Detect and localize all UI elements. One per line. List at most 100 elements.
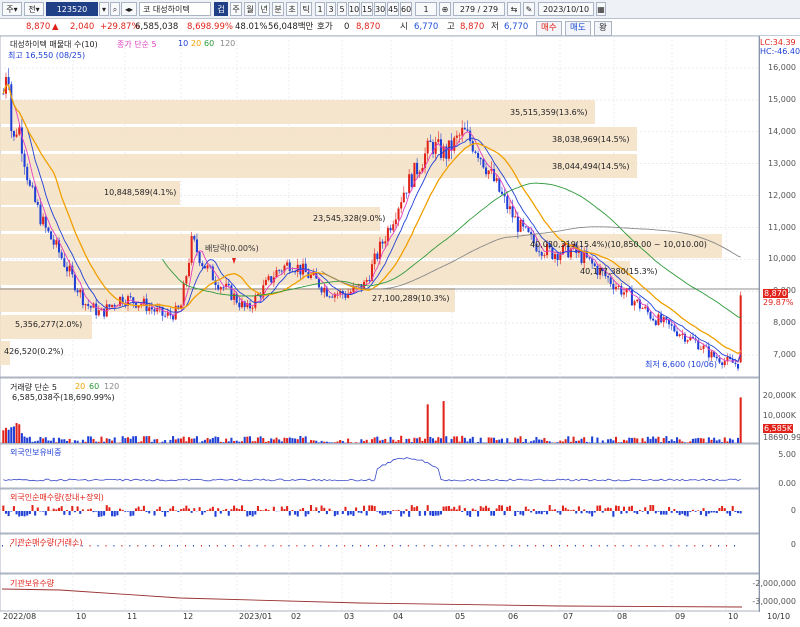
search-button[interactable]: ⌕ — [110, 2, 120, 16]
foreign-net-bar — [55, 509, 58, 511]
market-type-dropdown[interactable]: 전▾ — [24, 2, 44, 16]
period-type-dropdown[interactable]: 주▾ — [2, 2, 22, 16]
candle-body — [657, 314, 660, 325]
period-btn-tick[interactable]: 틱 — [300, 2, 312, 16]
minute-btn-10[interactable]: 10 — [348, 2, 360, 16]
volume-bar — [668, 441, 671, 443]
foreign-net-bar — [479, 506, 482, 511]
volume-profile-label: 40,177,380(15.3%) — [580, 267, 658, 276]
inst-net-bar — [718, 545, 720, 547]
volume-bar — [302, 437, 305, 443]
inst-net-bar — [662, 545, 664, 547]
foreign-net-bar — [675, 511, 679, 513]
volume-ratio: 8,698.99% — [187, 22, 233, 32]
period-btn-minute[interactable]: 분 — [272, 2, 284, 16]
date-input[interactable]: 2023/10/10 — [538, 2, 594, 16]
minute-btn-60[interactable]: 60 — [400, 2, 412, 16]
stock-chart[interactable] — [0, 36, 800, 627]
minute-btn-1[interactable]: 1 — [315, 2, 325, 16]
inst-net-bar — [320, 545, 322, 547]
foreign-net-bar — [161, 511, 164, 512]
count-input[interactable]: 1 — [415, 2, 437, 16]
zoom-button[interactable]: ⊕ — [439, 2, 451, 16]
foreign-net-bar — [413, 507, 416, 511]
foreign-net-bar — [182, 508, 185, 511]
minute-btn-3[interactable]: 3 — [326, 2, 336, 16]
volume-bar — [424, 438, 427, 443]
inst-net-bar — [431, 545, 433, 547]
foreign-net-bar — [89, 508, 92, 511]
minute-btn-15[interactable]: 15 — [361, 2, 373, 16]
prev-next-arrows[interactable]: ◂▸ — [121, 2, 137, 16]
period-btn-second[interactable]: 초 — [286, 2, 298, 16]
inst-net-bar — [224, 545, 226, 547]
x-axis-label: 10 — [76, 612, 87, 621]
candle-body — [681, 333, 684, 335]
volume-bar — [44, 437, 47, 443]
volume-bar — [180, 438, 183, 443]
volume-bar — [68, 438, 71, 443]
calendar-button[interactable]: ▦ — [596, 2, 606, 16]
foreign-net-bar — [442, 506, 445, 511]
minute-btn-30[interactable]: 30 — [374, 2, 386, 16]
volume-profile-band — [0, 154, 637, 178]
scroll-sync-button[interactable]: ⇆ — [507, 2, 521, 16]
foreign-net-bar — [325, 511, 328, 515]
dividend-annotation: 배당락(0.00%) — [205, 244, 259, 253]
candle-body — [150, 307, 153, 310]
period-btn-month[interactable]: 월 — [244, 2, 256, 16]
foreign-net-bar — [76, 506, 79, 511]
inst-net-bar — [646, 545, 648, 547]
low-label: 저 — [491, 22, 499, 32]
volume-bar — [52, 437, 55, 443]
stock-name-box: 코 대성하이텍 — [139, 2, 211, 16]
foreign-net-bar — [264, 508, 267, 511]
volume-bar — [445, 436, 448, 443]
volume-bar — [26, 437, 29, 443]
ma-legend-20: 20 — [191, 39, 202, 48]
volume-bar — [405, 438, 408, 443]
foreign-net-bar — [87, 509, 90, 511]
foreign-net-bar — [124, 511, 127, 512]
pencil-icon: ✎ — [525, 5, 533, 14]
extra-menu-button[interactable]: 왕 — [594, 21, 612, 36]
volume-profile-label: 38,038,969(14.5%) — [552, 135, 630, 144]
sell-button[interactable]: 매도 — [565, 21, 591, 36]
volume-bar — [628, 437, 631, 443]
chart-settings-button[interactable]: 겁 — [214, 2, 228, 16]
foreign-net-bar — [119, 508, 122, 511]
inst-net-bar — [161, 545, 163, 547]
stock-code-dropdown[interactable]: ▾ — [99, 2, 109, 16]
draw-tool-button[interactable]: ✎ — [523, 2, 535, 16]
foreign-net-bar — [569, 510, 572, 511]
inst-net-bar — [558, 545, 560, 547]
candle-body — [31, 185, 34, 187]
foreign-net-bar — [365, 511, 368, 516]
candle-body — [652, 318, 655, 321]
volume-bar — [540, 439, 543, 443]
foreign-net-bar — [296, 511, 299, 517]
volume-bar — [209, 439, 212, 443]
foreign-net-bar — [113, 511, 116, 517]
pane-frame — [0, 36, 760, 378]
minute-btn-45[interactable]: 45 — [387, 2, 399, 16]
minute-btn-5[interactable]: 5 — [337, 2, 347, 16]
period-btn-year[interactable]: 년 — [258, 2, 270, 16]
volume-bar — [675, 437, 679, 443]
volume-profile-label: 426,520(0.2%) — [4, 347, 64, 356]
foreign-net-bar — [402, 511, 405, 514]
foreign-net-bar — [246, 511, 249, 517]
buy-button[interactable]: 매수 — [536, 21, 562, 36]
price-pane-title: 대성하이텍 매물대 수(10) — [10, 39, 98, 50]
stock-code-input[interactable]: 123520 — [46, 2, 98, 16]
foreign-net-bar — [307, 511, 310, 515]
volume-bar — [254, 441, 257, 443]
period-btn-week[interactable]: 주 — [230, 2, 242, 16]
data-range-input[interactable]: 279 / 279 — [453, 2, 505, 16]
foreign-net-bar — [532, 509, 535, 511]
foreign-net-bar — [384, 511, 387, 515]
foreign-net-bar — [42, 511, 45, 512]
foreign-net-bar — [225, 508, 228, 511]
inst-net-bar — [455, 545, 457, 547]
foreign-net-bar — [477, 511, 480, 517]
